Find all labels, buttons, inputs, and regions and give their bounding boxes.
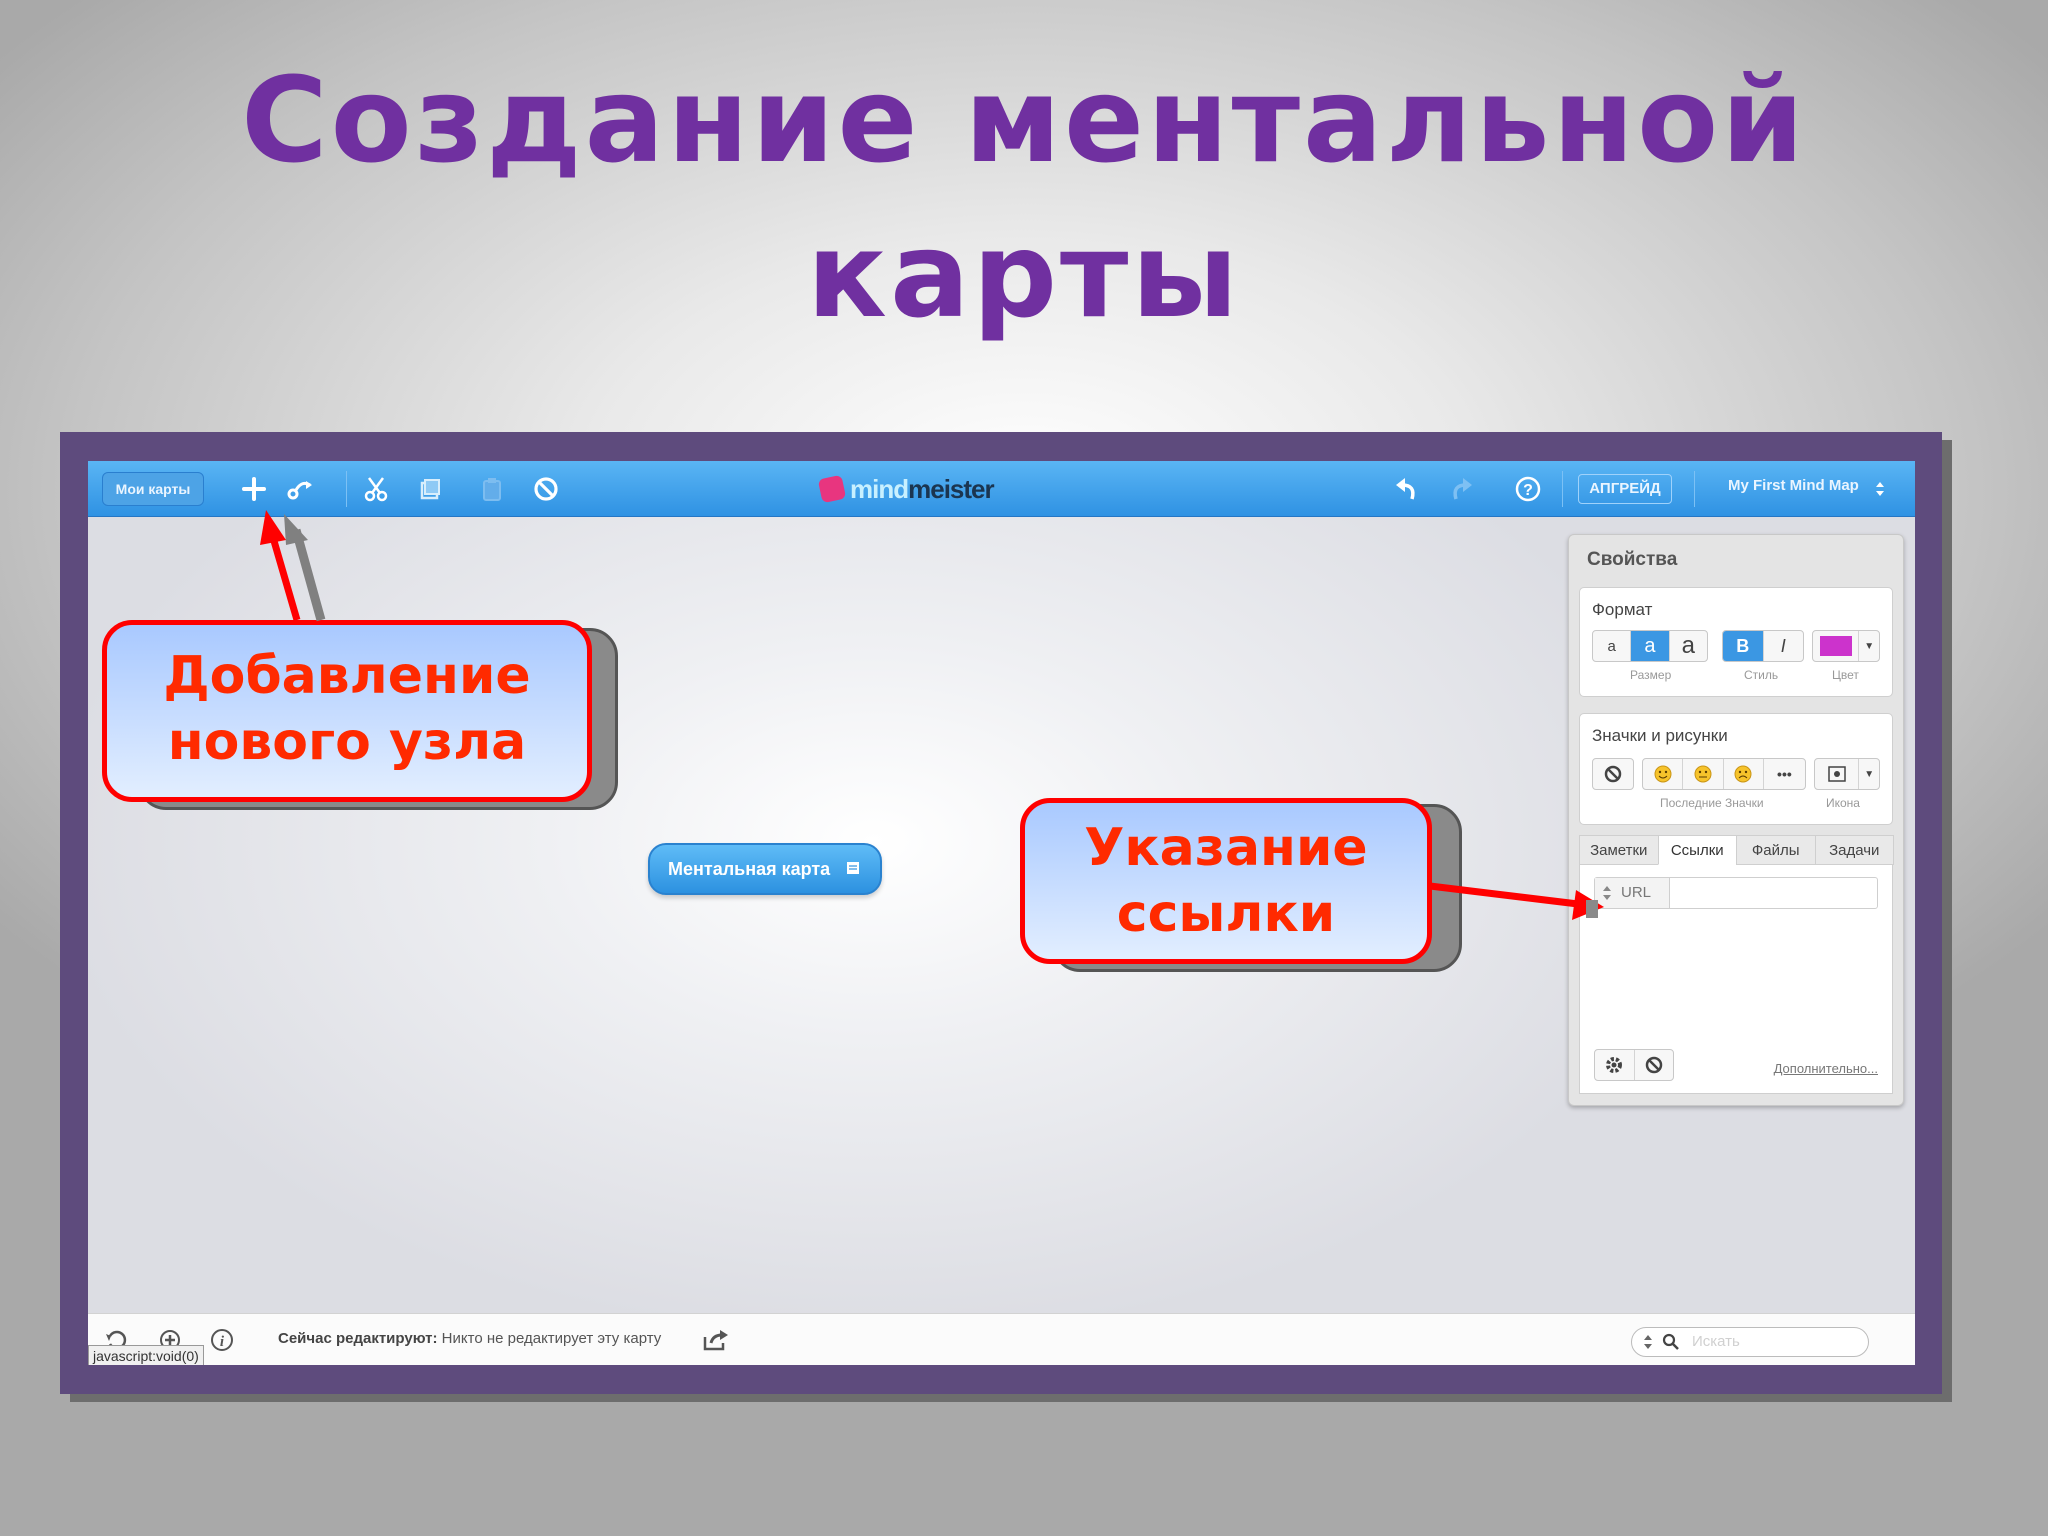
status-bar: i Сейчас редактируют: Никто не редактиру… xyxy=(88,1313,1915,1365)
size-caption: Размер xyxy=(1630,668,1672,682)
info-icon[interactable]: i xyxy=(208,1326,236,1354)
chevron-updown-icon[interactable] xyxy=(1642,1334,1654,1350)
recent-icons: ••• xyxy=(1642,758,1806,790)
image-caption: Икона xyxy=(1826,796,1860,810)
editing-status: Сейчас редактируют: Никто не редактирует… xyxy=(278,1330,661,1347)
tab-tasks[interactable]: Задачи xyxy=(1814,835,1894,865)
editing-value: Никто не редактирует эту карту xyxy=(441,1330,662,1347)
link-tooltip: javascript:void(0) xyxy=(88,1345,204,1365)
style-caption: Стиль xyxy=(1744,668,1779,682)
icons-section: Значки и рисунки ••• ▼ Последние Значки … xyxy=(1579,713,1893,825)
help-icon[interactable]: ? xyxy=(1512,473,1544,505)
smiley-neutral-icon[interactable] xyxy=(1683,759,1724,789)
paste-icon xyxy=(476,473,508,505)
more-link[interactable]: Дополнительно... xyxy=(1774,1061,1878,1076)
image-icon xyxy=(1815,759,1860,789)
format-section: Формат a a a B I ▼ Размер Стиль Цвет xyxy=(1579,587,1893,697)
callout-link-line2: ссылки xyxy=(1116,884,1336,944)
logo-text-meister: meister xyxy=(908,473,994,504)
gear-icon[interactable] xyxy=(1595,1050,1635,1080)
toolbar-separator xyxy=(346,471,347,507)
size-medium-button[interactable]: a xyxy=(1631,631,1670,661)
style-selector: B I xyxy=(1722,630,1804,662)
tab-links[interactable]: Ссылки xyxy=(1657,835,1737,865)
links-tab-content: URL Дополнительно... xyxy=(1579,865,1893,1094)
plus-icon[interactable] xyxy=(238,473,270,505)
smiley-sad-icon[interactable] xyxy=(1724,759,1764,789)
chevron-updown-icon[interactable] xyxy=(1601,884,1613,902)
size-selector: a a a xyxy=(1592,630,1708,662)
undo-icon[interactable] xyxy=(1390,473,1422,505)
color-swatch xyxy=(1819,636,1852,656)
properties-title: Свойства xyxy=(1587,549,1678,570)
details-tabs: Заметки Ссылки Файлы Задачи xyxy=(1579,835,1894,865)
properties-panel: Свойства Формат a a a B I ▼ Размер Стиль… xyxy=(1568,534,1904,1106)
search-input[interactable]: Искать xyxy=(1692,1333,1740,1350)
editing-label: Сейчас редактируют: xyxy=(278,1330,438,1347)
recent-icons-caption: Последние Значки xyxy=(1660,796,1764,810)
search-box[interactable]: Искать xyxy=(1631,1327,1869,1357)
size-large-button[interactable]: a xyxy=(1670,631,1707,661)
upgrade-button[interactable]: АПГРЕЙД xyxy=(1578,474,1672,504)
note-icon xyxy=(847,862,859,874)
share-icon[interactable] xyxy=(700,1326,732,1354)
callout-add-node-line2: нового узла xyxy=(167,712,527,772)
toolbar-separator xyxy=(1562,471,1563,507)
callout-add-node-line1: Добавление xyxy=(163,646,531,706)
tab-notes[interactable]: Заметки xyxy=(1579,835,1659,865)
color-caption: Цвет xyxy=(1832,668,1859,682)
callout-add-node: Добавление нового узла xyxy=(102,620,592,802)
format-title: Формат xyxy=(1592,600,1653,619)
color-picker[interactable]: ▼ xyxy=(1812,630,1880,662)
mind-map-root-node[interactable]: Ментальная карта xyxy=(648,843,882,895)
callout-link-line1: Указание xyxy=(1084,818,1368,878)
mindmeister-app: Мои карты mindmeister ? АПГРЕЙД My First… xyxy=(88,461,1915,1365)
delete-icon[interactable] xyxy=(530,473,562,505)
logo-text-mind: mind xyxy=(850,473,909,504)
search-icon xyxy=(1662,1333,1679,1350)
dropdown-arrow-icon[interactable]: ▼ xyxy=(1859,631,1879,661)
size-small-button[interactable]: a xyxy=(1593,631,1632,661)
slide-title-line1: Создание ментальной xyxy=(241,51,1807,189)
svg-text:?: ? xyxy=(1523,482,1533,499)
no-icon-button[interactable] xyxy=(1592,758,1634,790)
top-toolbar: Мои карты mindmeister ? АПГРЕЙД My First… xyxy=(88,461,1915,517)
link-actions xyxy=(1594,1049,1674,1081)
map-name-selector[interactable]: My First Mind Map xyxy=(1728,477,1859,494)
node-label: Ментальная карта xyxy=(668,859,831,879)
cut-icon[interactable] xyxy=(360,473,392,505)
ban-icon xyxy=(1593,759,1633,789)
my-maps-button[interactable]: Мои карты xyxy=(102,472,204,506)
svg-text:i: i xyxy=(220,1334,225,1350)
copy-icon[interactable] xyxy=(414,473,446,505)
italic-button[interactable]: I xyxy=(1764,631,1804,661)
connect-icon[interactable] xyxy=(284,473,318,505)
ban-icon[interactable] xyxy=(1635,1050,1674,1080)
url-field[interactable]: URL xyxy=(1594,877,1878,909)
mindmeister-logo: mindmeister xyxy=(817,473,995,505)
smiley-happy-icon[interactable] xyxy=(1643,759,1684,789)
slide-title-line2: карты xyxy=(806,206,1242,344)
icons-title: Значки и рисунки xyxy=(1592,726,1728,745)
tab-files[interactable]: Файлы xyxy=(1736,835,1816,865)
logo-icon xyxy=(817,474,847,504)
chevron-updown-icon[interactable] xyxy=(1872,477,1888,501)
more-icons-button[interactable]: ••• xyxy=(1764,759,1805,789)
redo-icon xyxy=(1446,473,1478,505)
toolbar-separator xyxy=(1694,471,1695,507)
image-picker[interactable]: ▼ xyxy=(1814,758,1880,790)
dropdown-arrow-icon[interactable]: ▼ xyxy=(1859,759,1879,789)
callout-link: Указание ссылки xyxy=(1020,798,1432,964)
bold-button[interactable]: B xyxy=(1723,631,1764,661)
